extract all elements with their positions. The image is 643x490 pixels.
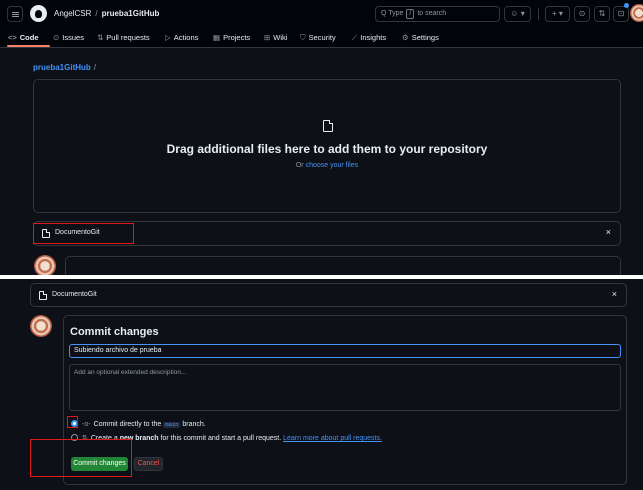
repo-nav-tabs: <> Code ⊙ Issues ⇅ Pull requests ▷ Actions ▦… xyxy=(0,28,643,48)
file-drop-zone[interactable]: Drag additional files here to add them t… xyxy=(33,79,621,213)
drop-zone-title: Drag additional files here to add them t… xyxy=(166,142,488,156)
commit-description-textarea[interactable]: Add an optional extended description... xyxy=(69,364,621,411)
committer-avatar xyxy=(30,315,52,337)
remove-file-button[interactable]: × xyxy=(612,289,617,299)
tab-label: Code xyxy=(19,33,39,42)
tab-insights[interactable]: ⟋ Insights xyxy=(352,33,386,43)
search-input[interactable]: Q Type / to search xyxy=(375,6,500,22)
github-logo-icon[interactable] xyxy=(30,5,47,22)
tab-label: Issues xyxy=(62,33,84,42)
menu-icon xyxy=(11,13,19,15)
highlight-box-commit-button xyxy=(30,439,132,477)
tab-label: Insights xyxy=(360,33,387,42)
search-shortcut-key: / xyxy=(406,9,415,19)
upload-page-screenshot: AngelCSR / prueba1GitHub Q Type / to searc… xyxy=(0,0,643,275)
search-suffix: to search xyxy=(417,10,447,17)
tab-actions[interactable]: ▷ Actions xyxy=(165,33,198,42)
owner-link[interactable]: AngelCSR xyxy=(54,9,91,18)
user-avatar[interactable] xyxy=(630,4,643,22)
hamburger-menu-button[interactable] xyxy=(7,6,23,22)
choose-files-link[interactable]: choose your files xyxy=(306,162,359,169)
commit-changes-title: Commit changes xyxy=(70,326,159,338)
tab-issues[interactable]: ⊙ Issues xyxy=(53,33,84,42)
commit-message-input[interactable]: Subiendo archivo de prueba xyxy=(69,344,621,358)
copilot-button[interactable]: ☺ ▾ xyxy=(504,6,531,22)
file-path-breadcrumb: prueba1GitHub / xyxy=(33,63,96,72)
graph-icon: ⟋ xyxy=(352,33,358,42)
tab-wiki[interactable]: ⊞ Wiki xyxy=(264,33,287,42)
issue-opened-icon: ⊙ xyxy=(578,9,586,18)
path-separator: / xyxy=(93,63,97,72)
commit-direct-option[interactable]: -o- Commit directly to the main branch. xyxy=(71,420,206,428)
create-new-button[interactable]: + ▾ xyxy=(545,6,570,22)
tab-projects[interactable]: ▦ Projects xyxy=(213,33,250,42)
plus-icon: + ▾ xyxy=(552,9,563,18)
notifications-button[interactable]: ⊡ xyxy=(613,6,629,22)
table-icon: ▦ xyxy=(213,33,221,42)
drop-zone-subtitle: Or choose your files xyxy=(34,162,620,169)
repo-root-link[interactable]: prueba1GitHub xyxy=(33,63,91,72)
issue-icon: ⊙ xyxy=(53,33,60,42)
option-text: for this commit and start a pull request… xyxy=(160,435,282,442)
notification-indicator xyxy=(624,3,629,8)
copilot-icon: ☺ ▾ xyxy=(510,9,525,18)
commit-icon: -o- xyxy=(82,421,91,428)
tab-pull-requests[interactable]: ⇅ Pull requests xyxy=(97,33,150,42)
issues-button[interactable]: ⊙ xyxy=(574,6,590,22)
tab-code[interactable]: <> Code xyxy=(8,33,39,42)
uploaded-file-name: DocumentoGit xyxy=(52,291,97,298)
breadcrumb-separator: / xyxy=(95,9,98,18)
file-icon xyxy=(39,291,47,300)
option-text: branch. xyxy=(182,421,206,428)
shield-icon: ⛉ xyxy=(300,33,306,42)
option-text: Commit directly to the xyxy=(93,421,162,428)
tab-security[interactable]: ⛉ Security xyxy=(300,33,336,43)
repo-breadcrumb: AngelCSR / prueba1GitHub xyxy=(54,9,159,18)
tab-label: Settings xyxy=(411,33,439,42)
tab-label: Pull requests xyxy=(106,33,150,42)
commit-changes-card: Commit changes Subiendo archivo de prueb… xyxy=(63,315,627,485)
code-icon: <> xyxy=(8,33,17,42)
pull-request-icon: ⇅ xyxy=(598,9,606,18)
branch-name-badge: main xyxy=(163,422,181,428)
active-tab-underline xyxy=(7,45,50,47)
highlight-box-radio xyxy=(67,416,78,428)
tab-label: Security xyxy=(308,33,336,42)
committer-avatar xyxy=(34,255,56,275)
file-icon xyxy=(323,120,333,132)
remove-file-button[interactable]: × xyxy=(606,227,611,237)
tab-settings[interactable]: ⚙ Settings xyxy=(402,33,439,42)
repo-link[interactable]: prueba1GitHub xyxy=(102,9,160,18)
global-header: AngelCSR / prueba1GitHub Q Type / to searc… xyxy=(0,0,643,48)
pull-requests-button[interactable]: ⇅ xyxy=(594,6,610,22)
header-divider xyxy=(538,8,539,20)
or-text: Or xyxy=(295,162,304,169)
play-icon: ▷ xyxy=(165,33,171,42)
learn-more-link[interactable]: Learn more about pull requests. xyxy=(283,435,382,442)
search-prefix: Q Type xyxy=(381,10,404,17)
book-icon: ⊞ xyxy=(264,33,271,42)
commit-card-partial xyxy=(65,256,621,275)
uploaded-file-row: DocumentoGit × xyxy=(30,283,627,307)
highlight-box-file xyxy=(33,223,134,244)
tab-label: Actions xyxy=(173,33,199,42)
inbox-icon: ⊡ xyxy=(617,9,625,18)
pull-request-icon: ⇅ xyxy=(97,33,104,42)
gear-icon: ⚙ xyxy=(402,33,409,42)
tab-label: Wiki xyxy=(273,33,288,42)
tab-label: Projects xyxy=(223,33,251,42)
cancel-button[interactable]: Cancel xyxy=(134,457,163,471)
commit-form-screenshot: DocumentoGit × Commit changes Subiendo a… xyxy=(0,279,643,490)
